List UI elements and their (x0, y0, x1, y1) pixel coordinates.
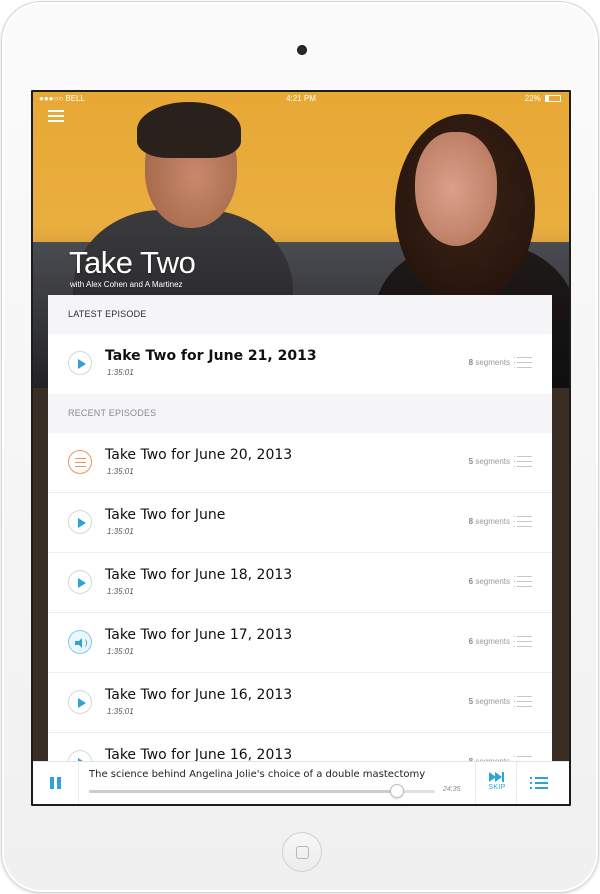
episode-row[interactable]: Take Two for June 20, 2013 1:35:01 5 segme… (48, 433, 552, 493)
episode-duration: 1:35:01 (107, 527, 134, 536)
battery-icon (545, 95, 561, 102)
player-divider (475, 762, 476, 804)
play-icon[interactable] (68, 570, 92, 594)
segments-list-icon[interactable] (517, 696, 532, 708)
home-square-icon (296, 846, 309, 859)
battery-percent: 22% (524, 94, 541, 103)
battery-fill (546, 96, 550, 101)
segment-count: 6 segments (468, 637, 510, 646)
segments-list-icon[interactable] (517, 576, 532, 588)
play-icon[interactable] (68, 351, 92, 375)
episode-duration: 1:35:01 (107, 707, 134, 716)
player-divider (78, 762, 79, 804)
episode-title: Take Two for June 21, 2013 (105, 348, 317, 364)
episode-duration: 1:35:01 (107, 647, 134, 656)
episode-duration: 1:35:01 (107, 467, 134, 476)
home-button[interactable] (282, 832, 322, 872)
episode-duration: 1:35:01 (107, 368, 134, 377)
segment-count: 8 segments (468, 358, 510, 367)
episode-duration: 1:35:01 (107, 587, 134, 596)
skip-icon (488, 772, 506, 782)
app-screen: ●●●○○ BELL 4:21 PM 22% Take Two with Ale… (33, 92, 569, 804)
now-playing-title: The science behind Angelina Jolie's choi… (89, 769, 426, 780)
episode-row[interactable]: Take Two for June 21, 2013 1:35:01 8 seg… (48, 334, 552, 394)
skip-button[interactable]: SKIP (485, 772, 509, 798)
menu-icon[interactable] (48, 110, 64, 123)
host-left-hair (137, 102, 241, 158)
pause-icon[interactable] (50, 777, 62, 789)
recent-episodes-header: RECENT EPISODES (48, 394, 552, 433)
segment-count: 6 segments (468, 577, 510, 586)
skip-label: SKIP (488, 784, 506, 791)
progress-fill (89, 790, 397, 793)
episode-title: Take Two for June 16, 2013 (105, 687, 293, 703)
segments-list-icon[interactable] (517, 357, 532, 369)
segments-list-icon[interactable] (517, 516, 532, 528)
progress-knob[interactable] (389, 784, 404, 798)
show-title: Take Two (69, 245, 196, 280)
episode-row[interactable]: Take Two for June 16, 2013 1:35:01 5 segme… (48, 673, 552, 733)
segment-count: 5 segments (468, 457, 510, 466)
episode-title: Take Two for June 20, 2013 (105, 447, 293, 463)
time-remaining: 24:35 (443, 786, 461, 793)
episode-row[interactable]: Take Two for June 18, 2013 1:35:01 6 segme… (48, 553, 552, 613)
segment-count: 5 segments (468, 697, 510, 706)
queue-icon[interactable] (530, 777, 548, 791)
player-divider (516, 762, 517, 804)
episode-panel: LATEST EPISODE Take Two for June 21, 201… (48, 295, 552, 804)
battery-status: 22% (525, 92, 561, 106)
recent-episode-list: Take Two for June 20, 2013 1:35:01 5 segme… (48, 433, 552, 793)
progress-slider[interactable] (89, 784, 435, 798)
play-icon[interactable] (68, 510, 92, 534)
speaker-icon[interactable] (68, 630, 92, 654)
segments-list-icon[interactable] (517, 456, 532, 468)
list-icon[interactable] (68, 450, 92, 474)
now-playing-bar: The science behind Angelina Jolie's choi… (33, 761, 569, 804)
status-bar: ●●●○○ BELL 4:21 PM 22% (33, 92, 569, 106)
show-hosts: with Alex Cohen and A Martinez (70, 280, 183, 289)
episode-title: Take Two for June (105, 507, 226, 523)
episode-row[interactable]: Take Two for June 1:35:01 8 segments (48, 493, 552, 553)
host-right-head (415, 132, 497, 246)
episode-title: Take Two for June 18, 2013 (105, 567, 293, 583)
episode-row[interactable]: Take Two for June 17, 2013 1:35:01 6 segme… (48, 613, 552, 673)
camera-lens (297, 45, 307, 55)
segment-count: 8 segments (468, 517, 510, 526)
segments-list-icon[interactable] (517, 636, 532, 648)
play-icon[interactable] (68, 690, 92, 714)
latest-episode-header: LATEST EPISODE (48, 295, 552, 334)
episode-title: Take Two for June 17, 2013 (105, 627, 293, 643)
clock: 4:21 PM (286, 94, 316, 103)
